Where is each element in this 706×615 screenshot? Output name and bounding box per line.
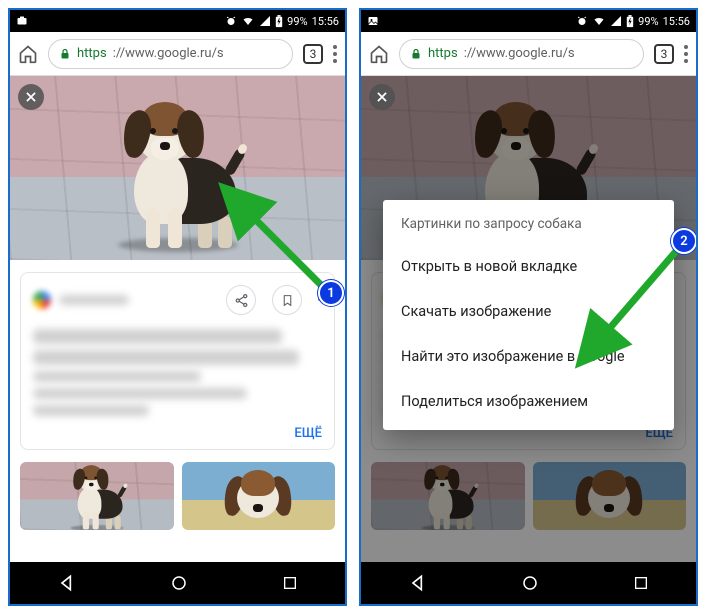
thumbnail-2[interactable] bbox=[182, 462, 336, 530]
context-menu-title: Картинки по запросу собака bbox=[383, 206, 674, 244]
desc-blurred-2 bbox=[33, 388, 247, 399]
signal-icon bbox=[259, 15, 271, 27]
source-name-blurred bbox=[59, 295, 129, 305]
home-nav-icon[interactable] bbox=[170, 574, 188, 592]
back-icon[interactable] bbox=[408, 573, 428, 593]
battery-icon bbox=[275, 15, 283, 28]
image-icon bbox=[367, 15, 379, 27]
clock: 15:56 bbox=[663, 15, 690, 28]
related-thumbnails bbox=[10, 462, 345, 530]
battery-icon bbox=[626, 15, 634, 28]
desc-blurred-3 bbox=[33, 405, 149, 416]
wifi-icon bbox=[241, 15, 255, 27]
page-content: ЕЩЁ Картинки по bbox=[361, 76, 696, 562]
bookmark-icon[interactable] bbox=[272, 285, 302, 315]
url-scheme: https bbox=[77, 46, 107, 61]
browser-toolbar: https ://www.google.ru/s 3 bbox=[361, 32, 696, 76]
phone-right: 99% 15:56 https ://www.google.ru/s 3 bbox=[359, 8, 698, 606]
source-favicon bbox=[33, 291, 51, 309]
overflow-menu-icon[interactable] bbox=[684, 45, 688, 63]
clock: 15:56 bbox=[312, 15, 339, 28]
alarm-icon bbox=[225, 15, 237, 27]
android-nav-bar bbox=[10, 562, 345, 604]
hero-image[interactable] bbox=[10, 76, 345, 260]
url-bar[interactable]: https ://www.google.ru/s bbox=[399, 39, 644, 69]
annotation-badge-1: 1 bbox=[318, 280, 344, 306]
android-nav-bar bbox=[361, 562, 696, 604]
url-bar[interactable]: https ://www.google.ru/s bbox=[48, 39, 293, 69]
menu-item-search-google[interactable]: Найти это изображение в Google bbox=[383, 334, 674, 379]
menu-item-open-new-tab[interactable]: Открыть в новой вкладке bbox=[383, 244, 674, 289]
signal-icon bbox=[610, 15, 622, 27]
back-icon[interactable] bbox=[57, 573, 77, 593]
battery-percent: 99% bbox=[638, 15, 658, 28]
url-scheme: https bbox=[428, 46, 458, 61]
result-card: ЕЩЁ bbox=[20, 272, 335, 450]
browser-toolbar: https ://www.google.ru/s 3 bbox=[10, 32, 345, 76]
context-menu: Картинки по запросу собака Открыть в нов… bbox=[383, 200, 674, 430]
url-text: ://www.google.ru/s bbox=[464, 46, 575, 61]
menu-item-download-image[interactable]: Скачать изображение bbox=[383, 289, 674, 334]
share-icon[interactable] bbox=[226, 285, 256, 315]
recents-icon[interactable] bbox=[282, 575, 298, 591]
page-content: 1 ЕЩЁ bbox=[10, 76, 345, 562]
menu-item-share-image[interactable]: Поделиться изображением bbox=[383, 379, 674, 424]
camera-icon bbox=[16, 15, 28, 27]
desc-blurred-1 bbox=[33, 371, 201, 382]
lock-icon bbox=[410, 47, 422, 61]
home-icon[interactable] bbox=[369, 44, 389, 64]
title-blurred-2 bbox=[33, 350, 299, 365]
overflow-menu-icon[interactable] bbox=[333, 45, 337, 63]
recents-icon[interactable] bbox=[633, 575, 649, 591]
home-icon[interactable] bbox=[18, 44, 38, 64]
status-bar: 99% 15:56 bbox=[10, 10, 345, 32]
lock-icon bbox=[59, 47, 71, 61]
battery-percent: 99% bbox=[287, 15, 307, 28]
more-link[interactable]: ЕЩЁ bbox=[33, 422, 322, 441]
thumbnail-1[interactable] bbox=[20, 462, 174, 530]
status-bar: 99% 15:56 bbox=[361, 10, 696, 32]
url-text: ://www.google.ru/s bbox=[113, 46, 224, 61]
annotation-badge-2: 2 bbox=[671, 228, 696, 254]
title-blurred bbox=[33, 329, 282, 344]
tab-count[interactable]: 3 bbox=[303, 44, 323, 64]
close-icon[interactable] bbox=[369, 84, 395, 110]
alarm-icon bbox=[576, 15, 588, 27]
tab-count[interactable]: 3 bbox=[654, 44, 674, 64]
wifi-icon bbox=[592, 15, 606, 27]
phone-left: 99% 15:56 https ://www.google.ru/s 3 bbox=[8, 8, 347, 606]
close-icon[interactable] bbox=[18, 84, 44, 110]
home-nav-icon[interactable] bbox=[521, 574, 539, 592]
